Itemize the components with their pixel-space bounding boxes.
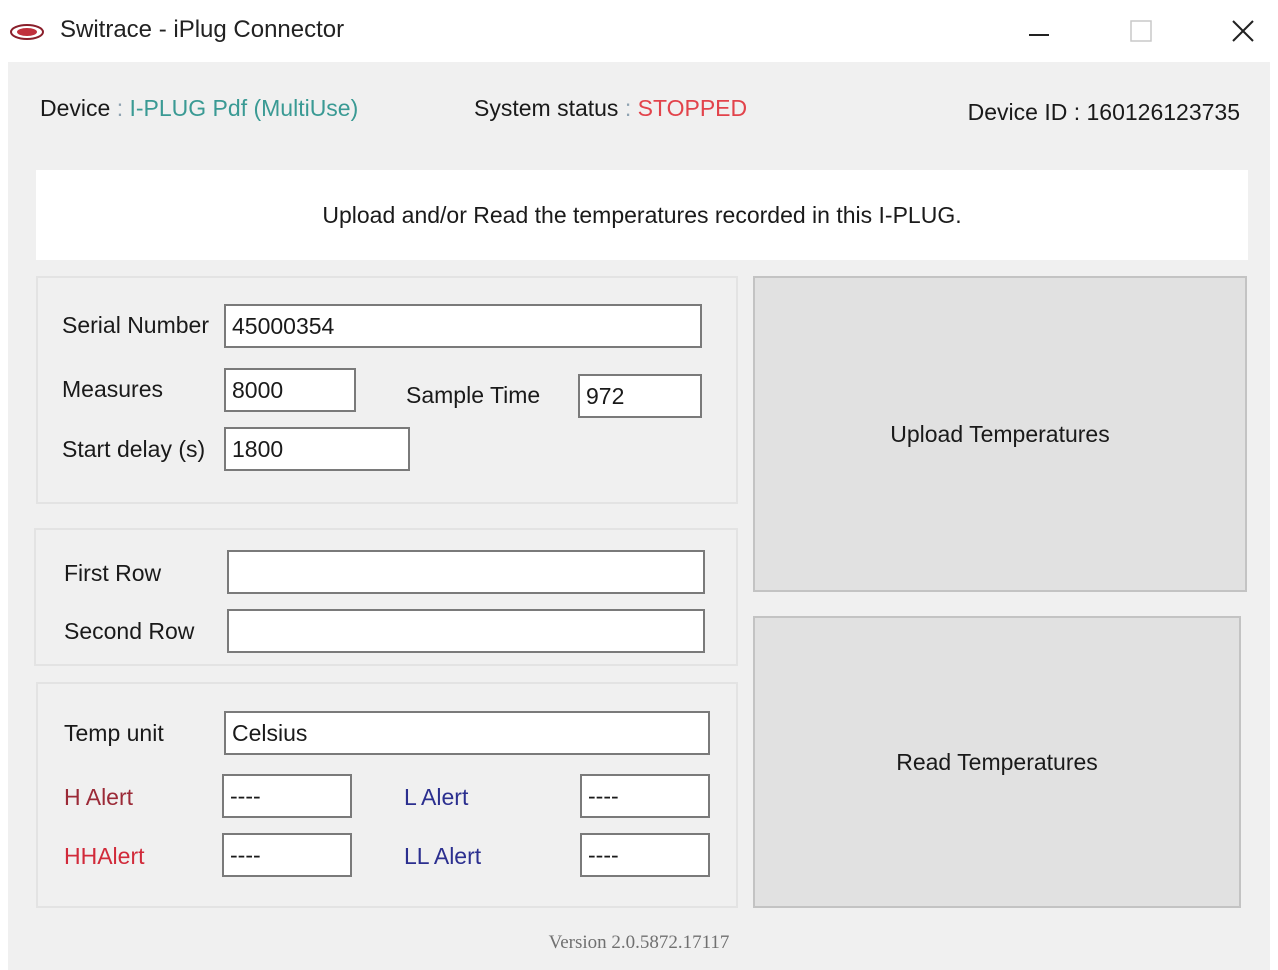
l-alert-label: L Alert [404,784,469,810]
window-title: Switrace - iPlug Connector [60,16,345,43]
hh-alert-field[interactable] [222,833,352,877]
client-area: Device : I-PLUG Pdf (MultiUse) System st… [8,62,1270,970]
h-alert-label: H Alert [64,784,134,810]
maximize-icon [1130,20,1152,42]
measures-field[interactable] [224,368,356,412]
minimize-button[interactable] [1014,8,1064,54]
device-value: I-PLUG Pdf (MultiUse) [129,95,359,121]
rows-group: First Row Second Row [34,528,738,666]
serial-number-field[interactable] [224,304,702,348]
device-label: Device [40,95,111,121]
close-button[interactable] [1218,8,1268,54]
temp-unit-label: Temp unit [64,720,164,746]
status-separator: : [624,95,632,121]
temp-unit-field[interactable] [224,711,710,755]
device-info: Device : I-PLUG Pdf (MultiUse) [40,95,358,122]
maximize-button[interactable] [1116,8,1166,54]
serial-number-label: Serial Number [62,312,209,338]
measures-label: Measures [62,376,163,402]
message-banner: Upload and/or Read the temperatures reco… [36,170,1248,260]
second-row-field[interactable] [227,609,705,653]
status-value: STOPPED [637,95,748,121]
h-alert-field[interactable] [222,774,352,818]
ll-alert-label: LL Alert [404,843,482,869]
device-settings-group: Serial Number Measures Sample Time Start… [36,276,738,504]
ll-alert-field[interactable] [580,833,710,877]
version-label: Version 2.0.5872.17117 [548,932,730,953]
system-status: System status : STOPPED [474,95,747,122]
start-delay-field[interactable] [224,427,410,471]
device-separator: : [116,95,124,121]
device-id-info: Device ID : 160126123735 [968,99,1240,126]
device-id-value: 160126123735 [1086,99,1241,125]
sample-time-field[interactable] [578,374,702,418]
first-row-field[interactable] [227,550,705,594]
start-delay-label: Start delay (s) [62,436,206,462]
close-icon [1232,20,1254,42]
minimize-icon [1029,34,1049,36]
status-label: System status [474,95,619,121]
sample-time-label: Sample Time [406,382,541,408]
upload-temperatures-button[interactable]: Upload Temperatures [753,276,1247,592]
second-row-label: Second Row [64,618,195,644]
l-alert-field[interactable] [580,774,710,818]
read-temperatures-button[interactable]: Read Temperatures [753,616,1241,908]
alerts-group: Temp unit H Alert L Alert HHAlert LL Ale… [36,682,738,908]
device-id-label: Device ID [967,99,1068,125]
title-bar: Switrace - iPlug Connector [0,0,1278,62]
first-row-label: First Row [64,560,162,586]
device-id-separator: : [1073,99,1081,125]
hh-alert-label: HHAlert [64,843,145,869]
switrace-logo-icon [10,24,44,40]
message-text: Upload and/or Read the temperatures reco… [322,202,962,228]
